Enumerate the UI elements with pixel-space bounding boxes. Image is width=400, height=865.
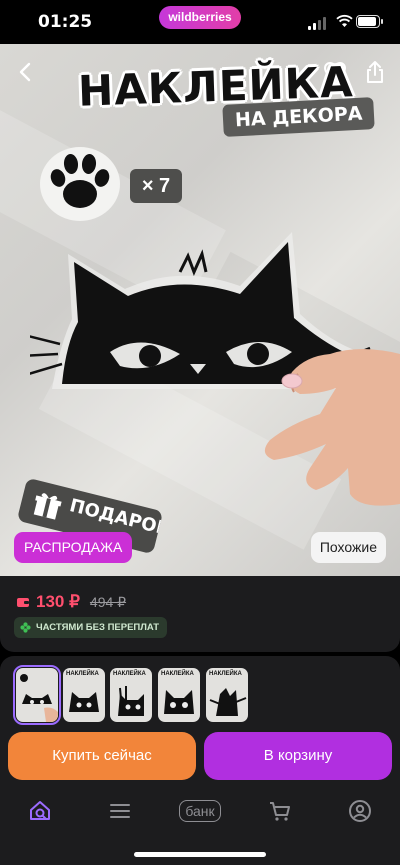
product-title-sub: НА ДЕКОРА [222, 97, 376, 137]
status-bar: 01:25 wildberries [0, 0, 400, 44]
gallery-actions-panel: НАКЛЕЙКА НАКЛЕЙКА НАКЛЕЙКА НАКЛЕЙКА Купи… [0, 656, 400, 780]
thumbnail-2[interactable]: НАКЛЕЙКА [63, 668, 105, 722]
add-to-cart-button[interactable]: В корзину [204, 732, 392, 780]
wifi-icon [336, 14, 353, 27]
nav-bank[interactable]: банк [170, 798, 230, 824]
thumbnail-5[interactable]: НАКЛЕЙКА [206, 668, 248, 722]
price-info: 130 ₽ 494 ₽ ЧАСТЯМИ БЕЗ ПЕРЕПЛАТ [0, 576, 400, 652]
home-indicator [134, 852, 266, 857]
thumbnail-title: НАКЛЕЙКА [66, 671, 99, 677]
thumbnail-cat-icon [209, 688, 247, 716]
sale-badge[interactable]: РАСПРОДАЖА [14, 532, 133, 563]
nav-profile[interactable] [340, 798, 380, 824]
installment-label: ЧАСТЯМИ БЕЗ ПЕРЕПЛАТ [36, 622, 160, 633]
gift-icon [33, 493, 62, 520]
back-button[interactable] [8, 55, 42, 89]
thumbnail-3[interactable]: НАКЛЕЙКА [110, 668, 152, 722]
similar-button[interactable]: Похожие [310, 532, 386, 563]
thumbnail-cat-icon [164, 690, 194, 714]
share-button[interactable] [358, 55, 392, 89]
battery-icon [356, 15, 383, 28]
thumbnail-cat-icon [20, 674, 58, 722]
brand-logo[interactable]: wildberries [159, 6, 241, 29]
price-row: 130 ₽ 494 ₽ [16, 592, 126, 612]
hand-illustration [264, 349, 400, 506]
sticker-count-badge: × 7 [130, 169, 182, 203]
current-price: 130 ₽ [36, 592, 80, 611]
bottom-navigation: банк [0, 780, 400, 865]
thumbnail-title: НАКЛЕЙКА [209, 671, 242, 677]
back-arrow-icon [19, 62, 31, 82]
old-price: 494 ₽ [89, 593, 127, 610]
wallet-icon [17, 598, 29, 607]
thumbnail-4[interactable]: НАКЛЕЙКА [158, 668, 200, 722]
status-icons [308, 14, 383, 30]
thumbnail-cat-icon [69, 692, 99, 712]
menu-icon [110, 804, 130, 818]
installment-badge[interactable]: ЧАСТЯМИ БЕЗ ПЕРЕПЛАТ [14, 617, 168, 638]
product-image[interactable]: НАКЛЕЙКА НА ДЕКОРА × 7 ПОДАРОК РАСПРОДАЖ… [0, 44, 400, 576]
thumbnail-title: НАКЛЕЙКА [113, 671, 146, 677]
thumbnail-cat-icon [118, 686, 144, 716]
search-home-icon [30, 801, 50, 820]
nav-home[interactable] [20, 798, 60, 824]
thumbnail-1[interactable] [13, 665, 61, 725]
installment-icon [20, 622, 31, 633]
paw-print-icon [40, 147, 120, 221]
nav-catalog[interactable] [100, 798, 140, 824]
nav-cart[interactable] [260, 798, 300, 824]
share-icon [367, 61, 383, 83]
thumbnail-title: НАКЛЕЙКА [161, 671, 194, 677]
buy-now-button[interactable]: Купить сейчас [8, 732, 196, 780]
status-time: 01:25 [38, 12, 93, 32]
profile-icon [349, 800, 371, 822]
bank-icon: банк [179, 800, 221, 822]
cart-icon [270, 802, 290, 821]
